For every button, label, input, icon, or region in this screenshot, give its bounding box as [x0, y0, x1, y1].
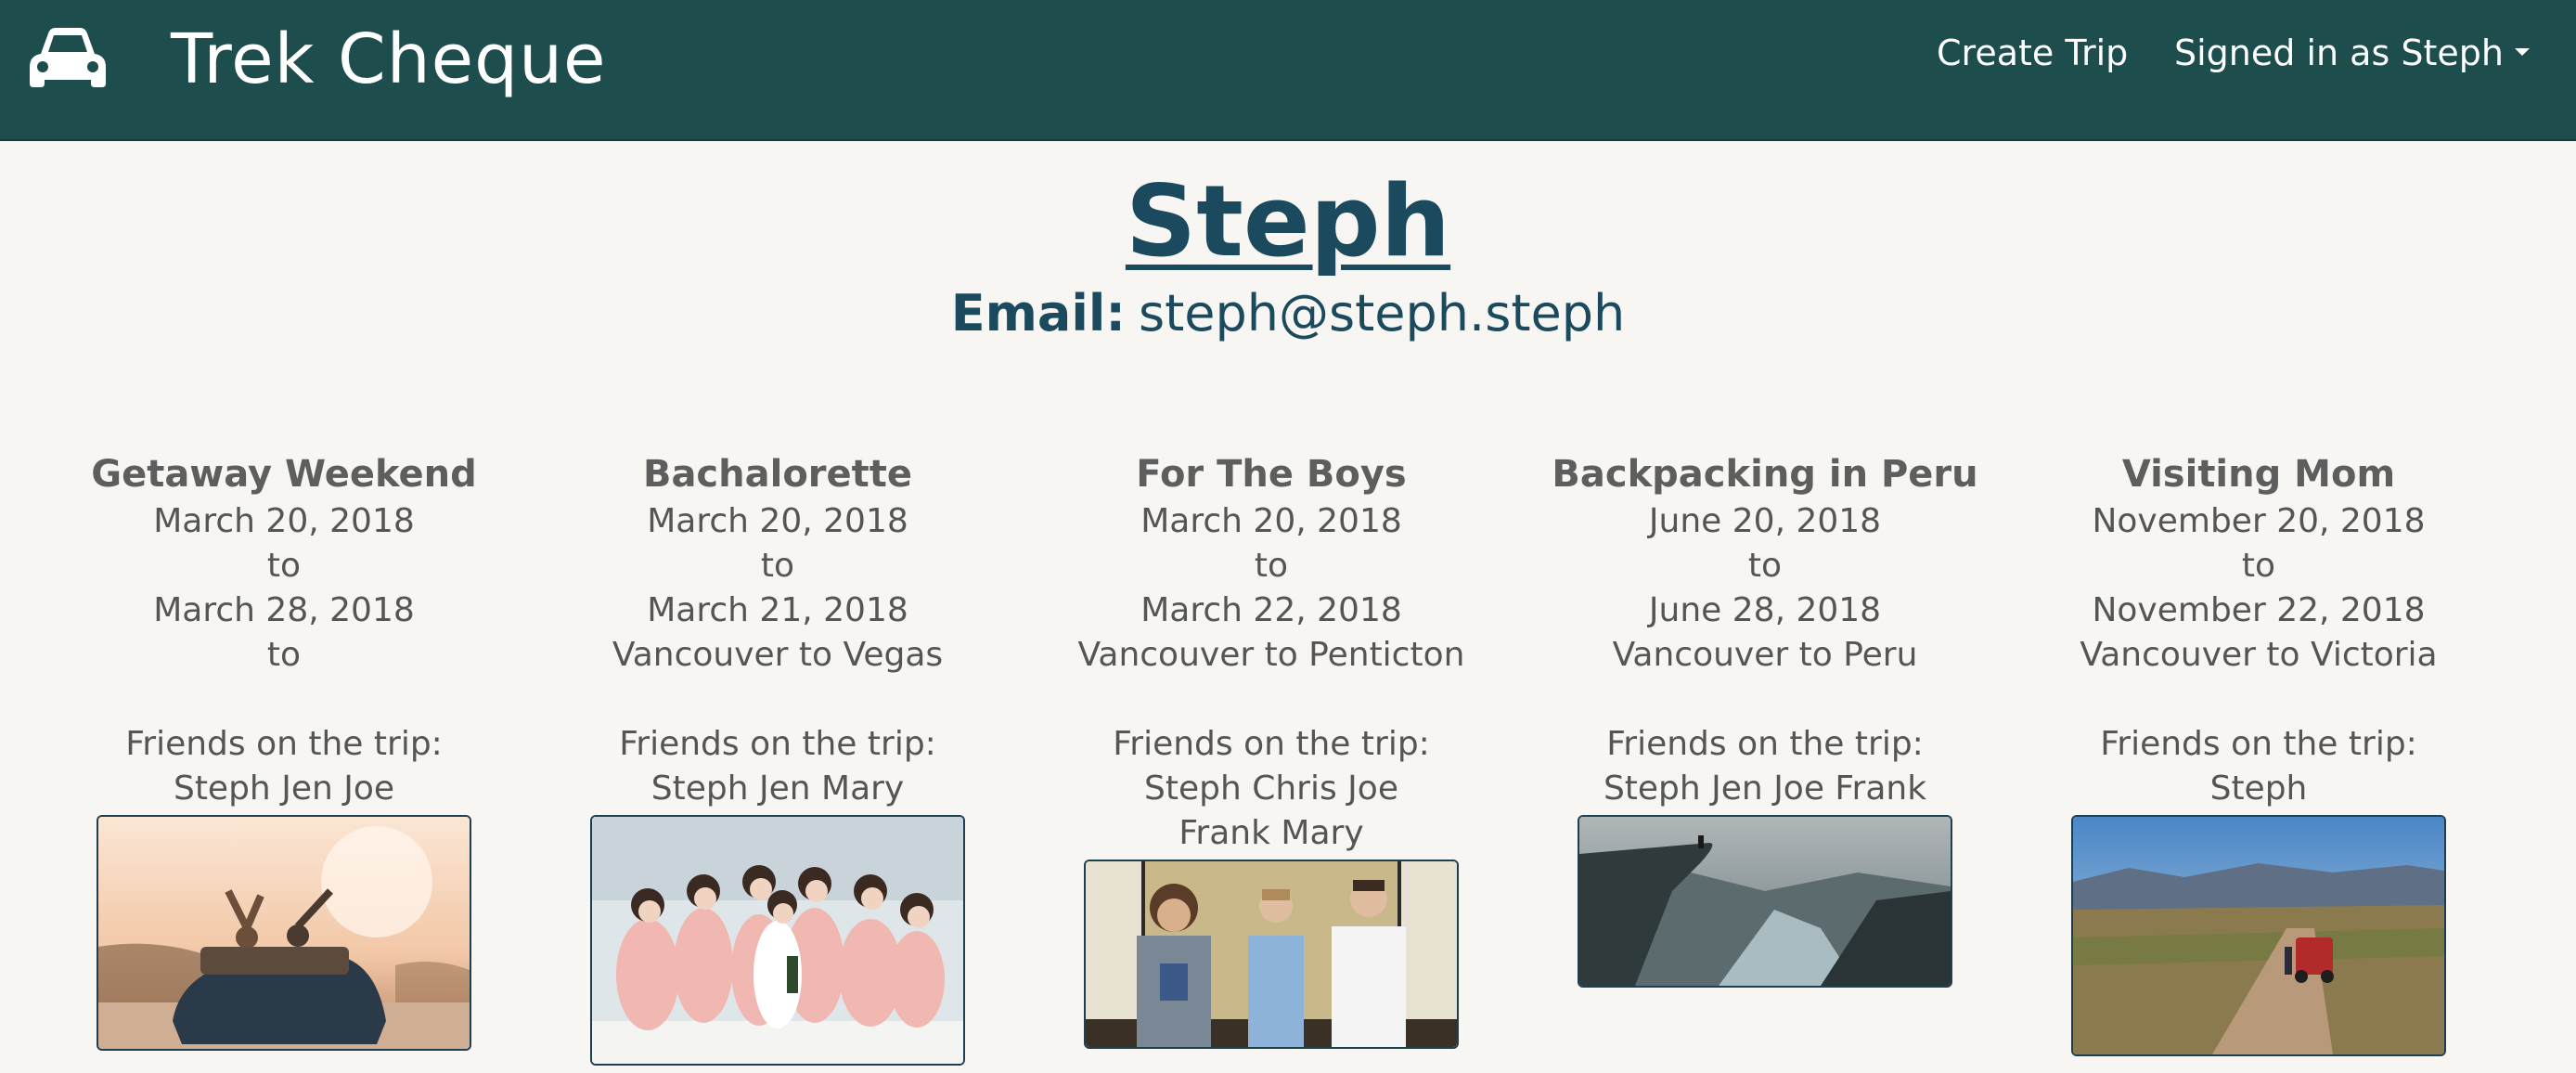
trip-end-date: March 22, 2018 — [1140, 591, 1402, 629]
trip-end-date: November 22, 2018 — [2092, 591, 2426, 629]
trip-route: Vancouver to Penticton — [1077, 636, 1465, 674]
trip-end-date: March 28, 2018 — [153, 591, 415, 629]
friends-label: Friends on the trip: — [1113, 725, 1430, 763]
trip-start-date: March 20, 2018 — [153, 502, 415, 540]
trip-route: to — [266, 636, 302, 674]
friends-label: Friends on the trip: — [1606, 725, 1924, 763]
profile-email: Email: steph@steph.steph — [0, 280, 2576, 347]
friends-list: Steph Chris Joe Frank Mary — [1144, 769, 1398, 852]
email-value: steph@steph.steph — [1138, 284, 1626, 343]
trip-route: Vancouver to Vegas — [612, 636, 944, 674]
brand-name[interactable]: Trek Cheque — [171, 15, 607, 104]
trip-start-date: November 20, 2018 — [2092, 502, 2426, 540]
trip-to-label: to — [1747, 547, 1783, 585]
friends-label: Friends on the trip: — [619, 725, 936, 763]
car-icon[interactable] — [28, 26, 108, 91]
trip-start-date: June 20, 2018 — [1648, 502, 1882, 540]
trip-title: Getaway Weekend — [91, 453, 477, 496]
friends-list: Steph Jen Joe — [173, 769, 395, 808]
cliff-fjord-photo[interactable] — [1578, 815, 1952, 988]
trip-card: For The Boys March 20, 2018 to March 22,… — [1024, 449, 1518, 1049]
trip-start-date: March 20, 2018 — [1140, 502, 1402, 540]
trip-to-label: to — [760, 547, 795, 585]
convertible-sunset-photo[interactable] — [97, 815, 471, 1051]
trip-card: Backpacking in Peru June 20, 2018 to Jun… — [1518, 449, 2012, 988]
trip-card: Getaway Weekend March 20, 2018 to March … — [37, 449, 531, 1051]
trip-to-label: to — [266, 547, 302, 585]
user-menu-dropdown[interactable]: Signed in as Steph — [2174, 28, 2530, 78]
bridal-party-photo[interactable] — [590, 815, 965, 1066]
caret-down-icon — [2514, 47, 2530, 56]
create-trip-link[interactable]: Create Trip — [1937, 28, 2128, 78]
email-label: Email: — [950, 284, 1126, 343]
trip-start-date: March 20, 2018 — [647, 502, 908, 540]
friends-label: Friends on the trip: — [125, 725, 443, 763]
trip-title: For The Boys — [1136, 453, 1407, 496]
signed-in-label: Signed in as Steph — [2174, 32, 2504, 73]
trip-title: Visiting Mom — [2121, 453, 2396, 496]
trip-card: Bachalorette March 20, 2018 to March 21,… — [531, 449, 1024, 1066]
friends-label: Friends on the trip: — [2100, 725, 2417, 763]
trip-to-label: to — [1254, 547, 1289, 585]
jeep-dirt-road-photo[interactable] — [2071, 815, 2446, 1056]
trip-route: Vancouver to Victoria — [2080, 636, 2438, 674]
trip-end-date: June 28, 2018 — [1648, 591, 1882, 629]
trip-card: Visiting Mom November 20, 2018 to Novemb… — [2012, 449, 2505, 1056]
friends-list: Steph — [2209, 769, 2308, 808]
profile-name: Steph — [1125, 164, 1451, 278]
trip-route: Vancouver to Peru — [1612, 636, 1918, 674]
three-men-elevator-photo[interactable] — [1084, 860, 1459, 1049]
friends-list: Steph Jen Joe Frank — [1603, 769, 1927, 808]
trip-to-label: to — [2241, 547, 2276, 585]
trip-title: Bachalorette — [642, 453, 913, 496]
navbar: Trek Cheque Create Trip Signed in as Ste… — [0, 0, 2576, 141]
trip-end-date: March 21, 2018 — [647, 591, 908, 629]
friends-list: Steph Jen Mary — [650, 769, 905, 808]
trip-title: Backpacking in Peru — [1552, 453, 1978, 496]
